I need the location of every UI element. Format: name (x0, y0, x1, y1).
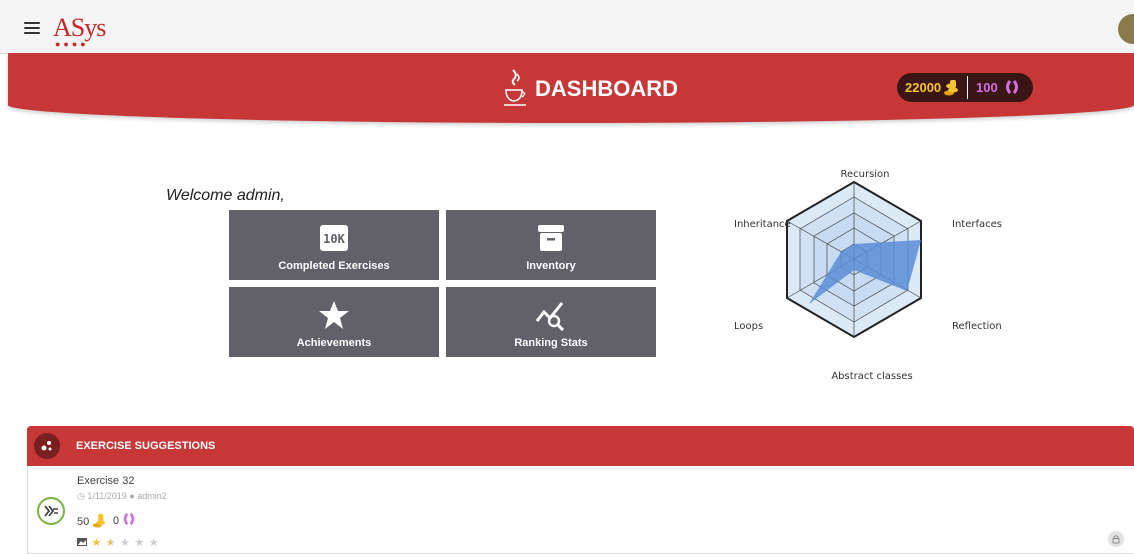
radar-label-recursion: Recursion (840, 169, 889, 180)
gold-coins-icon (93, 513, 106, 528)
radar-label-inheritance: Inheritance (734, 219, 791, 230)
radar-label-interfaces: Interfaces (952, 219, 1002, 230)
exercise-date: 1/11/2019 (87, 491, 127, 501)
radar-label-loops: Loops (734, 321, 763, 332)
star-empty-icon: ★ (148, 537, 159, 549)
exercise-title[interactable]: Exercise 32 (77, 475, 134, 488)
reward-purple-amount: 0 (113, 515, 120, 527)
star-filled-icon: ★ (91, 537, 102, 549)
tile-inventory[interactable]: Inventory (446, 210, 656, 280)
star-icon (319, 301, 349, 329)
exercise-meta: ◷ 1/11/2019 ● admin2 (77, 491, 167, 502)
purple-token-icon (1006, 80, 1018, 94)
exercise-gold-reward: 50 (77, 512, 106, 529)
tile-label: Achievements (296, 337, 372, 349)
suggestion-list (27, 466, 1134, 554)
top-app-bar: ASys ●●●● (0, 0, 1134, 54)
app-logo[interactable]: ASys (53, 15, 106, 41)
gold-amount: 22000 (905, 80, 942, 95)
logo-dots: ●●●● (55, 39, 89, 49)
hamburger-menu-icon[interactable] (24, 22, 40, 34)
radar-label-abstract-classes: Abstract classes (831, 371, 912, 382)
tile-achievements[interactable]: Achievements (229, 287, 439, 357)
lock-icon[interactable] (1108, 531, 1124, 547)
user-icon: ● (129, 491, 135, 501)
java-cup-icon (504, 69, 526, 106)
chart-search-icon (535, 302, 565, 331)
svg-text:10K: 10K (323, 232, 345, 246)
exercise-purple-reward: 0 (113, 512, 136, 528)
suggestions-icon (34, 433, 60, 459)
welcome-message: Welcome admin, (166, 187, 285, 204)
star-half-icon: ★ (105, 537, 116, 549)
exercise-author: admin2 (137, 491, 167, 501)
tile-completed-exercises[interactable]: 10K Completed Exercises (229, 210, 439, 280)
star-empty-icon: ★ (134, 537, 145, 549)
page-title: DASHBOARD (535, 76, 678, 101)
clock-icon: ◷ (77, 491, 85, 501)
tile-label: Completed Exercises (278, 260, 390, 272)
suggestions-title: EXERCISE SUGGESTIONS (76, 440, 216, 452)
purple-amount: 100 (976, 80, 998, 95)
user-avatar[interactable] (1118, 14, 1134, 44)
gold-coins-icon (944, 80, 958, 96)
tile-label: Ranking Stats (514, 337, 588, 349)
tile-ranking-stats[interactable]: Ranking Stats (446, 287, 656, 357)
image-icon (77, 538, 87, 546)
reward-gold-amount: 50 (77, 516, 90, 528)
10k-icon: 10K (320, 225, 348, 251)
radar-label-reflection: Reflection (952, 321, 1002, 332)
skills-radar-chart: Recursion Interfaces Reflection Abstract… (734, 169, 1002, 382)
exercise-type-icon (37, 497, 65, 525)
exercise-rating: ★ ★ ★ ★ ★ (77, 533, 159, 549)
archive-icon (538, 225, 564, 251)
star-empty-icon: ★ (120, 537, 130, 549)
currency-divider (967, 76, 968, 99)
tile-label: Inventory (526, 260, 576, 272)
purple-token-icon (123, 512, 135, 526)
